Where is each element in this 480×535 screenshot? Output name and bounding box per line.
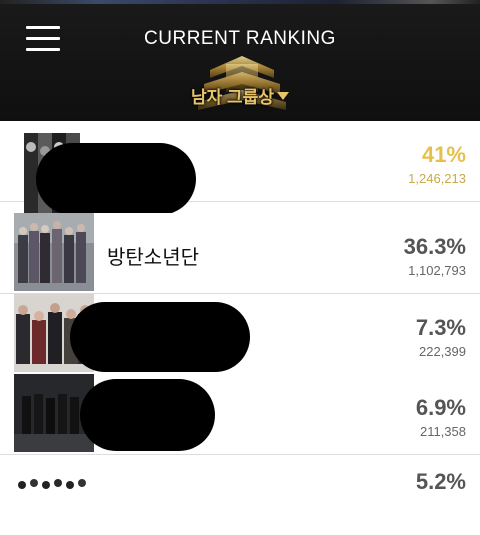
ranking-row-2[interactable]: 방탄소년단 36.3% 1,102,793 xyxy=(0,213,480,294)
artist-name: 방탄소년단 xyxy=(107,245,199,269)
vote-count: 1,102,793 xyxy=(408,263,466,278)
vote-percent: 36.3% xyxy=(403,234,466,259)
vote-count: 222,399 xyxy=(419,344,466,359)
category-label: 남자 그룹상 xyxy=(191,87,274,107)
vote-percent: 7.3% xyxy=(415,315,466,340)
redacted-name xyxy=(80,379,215,451)
redacted-name xyxy=(36,143,196,215)
chevron-down-icon xyxy=(276,92,289,100)
artist-photo xyxy=(14,465,94,495)
ranking-row-5[interactable]: 5.2% xyxy=(0,455,480,535)
vote-count: 211,358 xyxy=(419,424,466,439)
redacted-name xyxy=(70,302,250,372)
ranking-row-3[interactable]: 7.3% 222,399 xyxy=(0,294,480,375)
page-title: CURRENT RANKING xyxy=(144,28,336,49)
ranking-row-4[interactable]: 6.9% 211,358 xyxy=(0,374,480,455)
vote-percent: 5.2% xyxy=(415,469,466,494)
app-header: CURRENT RANKING 남자 그룹상 xyxy=(0,0,480,121)
vote-percent: 6.9% xyxy=(415,395,466,420)
header-top-strip xyxy=(0,0,480,4)
category-dropdown[interactable]: 남자 그룹상 xyxy=(170,82,310,108)
artist-photo xyxy=(14,213,94,291)
vote-percent: 41% xyxy=(421,142,466,167)
ranking-row-1[interactable]: 41% 1,246,213 xyxy=(0,121,480,215)
vote-count: 1,246,213 xyxy=(408,171,466,186)
